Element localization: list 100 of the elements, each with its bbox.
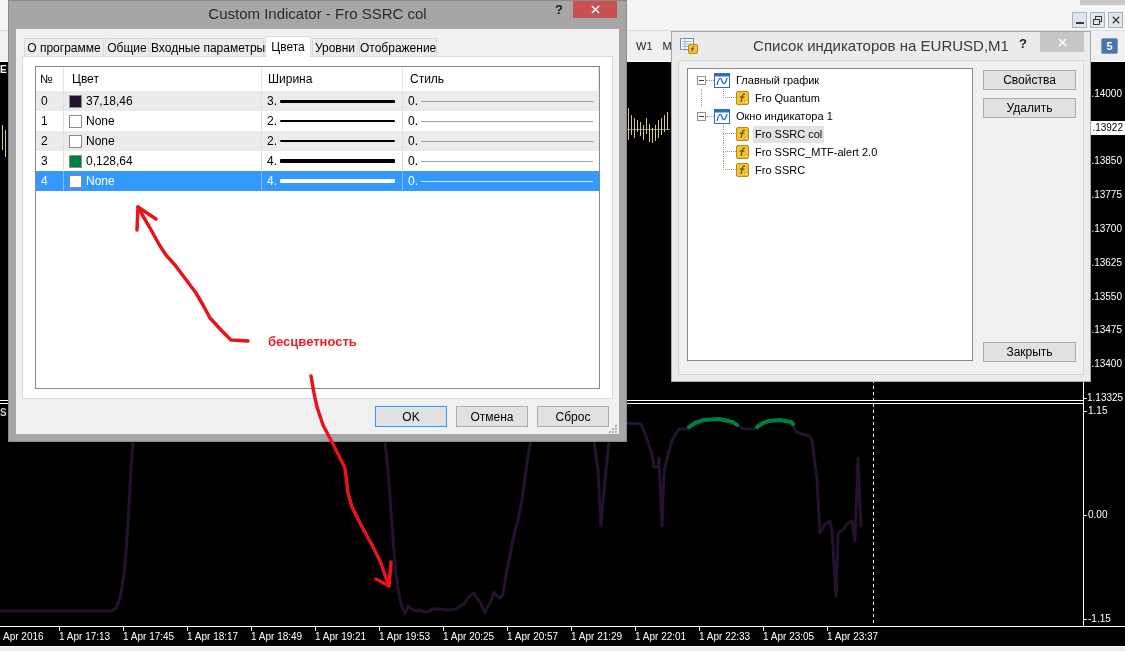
dialog-button[interactable]: Свойства [983,70,1076,90]
row-number: 3 [41,154,48,168]
style-value: 0. [408,154,418,168]
tab[interactable]: Цвета [265,36,311,57]
price-label: .13400 [1091,358,1123,371]
line-sample-icon [280,99,395,103]
indicator-list-icon [680,38,698,54]
resize-grip-icon[interactable] [609,425,617,433]
chart-label: S [0,407,7,419]
price-label: .13700 [1091,223,1123,236]
tree-item[interactable]: Fro SSRC col [753,125,825,143]
tab[interactable]: Входные параметры [150,38,264,56]
close-icon [1111,16,1120,24]
function-icon [736,145,749,159]
time-label: 1 Apr 19:53 [379,631,431,643]
color-name: None [86,174,115,188]
timeframe-button[interactable]: W1 [636,39,653,53]
chart-label: E [0,64,7,76]
timeframe-button[interactable]: M [662,39,672,53]
tab[interactable]: Общие [105,38,149,56]
function-icon [736,163,749,177]
line-sample-icon [421,120,593,122]
time-label: 1 Apr 17:45 [123,631,175,643]
time-label: 1 Apr 17:13 [59,631,111,643]
width-value: 3. [267,94,277,108]
time-label: 1 Apr 22:33 [699,631,751,643]
time-label: 1 Apr 18:17 [187,631,239,643]
row-number: 2 [41,134,48,148]
close-icon [590,5,600,14]
tree-item[interactable]: Fro SSRC [753,161,808,179]
help-button[interactable]: ? [1019,37,1027,51]
notification-badge[interactable]: 5 [1101,38,1118,54]
line-sample-icon [280,159,395,163]
price-label: .13850 [1091,155,1123,168]
price-label: 1.13325 [1087,392,1125,405]
price-bars [626,107,671,144]
close-button[interactable] [1108,12,1123,28]
tree-item[interactable]: Главный график [734,71,822,89]
color-name: None [86,134,115,148]
color-swatch-icon [69,174,82,188]
style-value: 0. [408,114,418,128]
axis-label: 1.15 [1088,405,1108,417]
time-label: Apr 2016 [3,631,45,643]
dialog-button[interactable]: Закрыть [983,342,1076,362]
line-sample-icon [280,120,395,122]
color-name: 37,18,46 [86,94,133,108]
tree-item[interactable]: Fro SSRC_MTF-alert 2.0 [753,143,880,161]
price-label: .13550 [1091,290,1123,303]
width-value: 2. [267,134,277,148]
color-swatch-icon [69,134,82,148]
row-number: 0 [41,94,48,108]
width-value: 2. [267,114,277,128]
time-label: 1 Apr 18:49 [251,631,303,643]
current-price-label: .13922 [1091,120,1125,135]
time-label: 1 Apr 22:01 [635,631,687,643]
row-number: 1 [41,114,48,128]
style-value: 0. [408,174,418,188]
line-sample-icon [280,140,395,142]
minimize-icon [1075,22,1084,24]
function-icon [736,127,749,141]
time-label: 1 Apr 20:25 [443,631,495,643]
dialog-button[interactable]: Сброс [537,406,609,427]
dialog-button[interactable]: Отмена [456,406,528,427]
time-label: 1 Apr 21:29 [571,631,623,643]
style-value: 0. [408,94,418,108]
width-value: 4. [267,174,277,188]
price-label: .14000 [1091,87,1123,100]
tab[interactable]: Отображение [359,38,437,56]
table-row[interactable]: 0 37,18,46 3. 0. [36,91,599,111]
dialog-button[interactable]: Удалить [983,98,1076,118]
tab[interactable]: Уровни [312,38,358,56]
tree-item[interactable]: Fro Quantum [753,89,822,107]
line-sample-icon [421,100,593,102]
width-value: 4. [267,154,277,168]
restore-button[interactable] [1090,12,1105,28]
style-value: 0. [408,134,418,148]
line-sample-icon [421,180,593,182]
tree-item[interactable]: Окно индикатора 1 [734,107,835,125]
restore-icon [1093,15,1102,25]
color-swatch-icon [69,114,82,128]
dialog-title: Custom Indicator - Fro SSRC col [208,4,427,24]
minimize-button[interactable] [1072,12,1087,28]
price-bars [2,124,6,158]
color-name: None [86,114,115,128]
chart-window-icon [714,108,730,124]
table-row[interactable]: 2 None 2. 0. [36,131,599,151]
annotation-text: бесцветность [268,334,357,350]
tab[interactable]: О программе [24,38,104,56]
axis-label: -1.15 [1088,613,1111,625]
collapse-icon[interactable] [697,111,706,121]
collapse-icon[interactable] [697,75,706,85]
price-label: .13625 [1091,256,1123,269]
line-sample-icon [421,160,593,162]
close-icon [1057,37,1067,47]
chart-window-icon [714,72,730,88]
color-name: 0,128,64 [86,154,133,168]
dialog-title: Список индикаторов на EURUSD,M1 [753,36,1009,56]
dialog-button[interactable]: OK [375,406,447,427]
help-button[interactable]: ? [555,3,563,17]
time-label: 1 Apr 23:05 [763,631,815,643]
